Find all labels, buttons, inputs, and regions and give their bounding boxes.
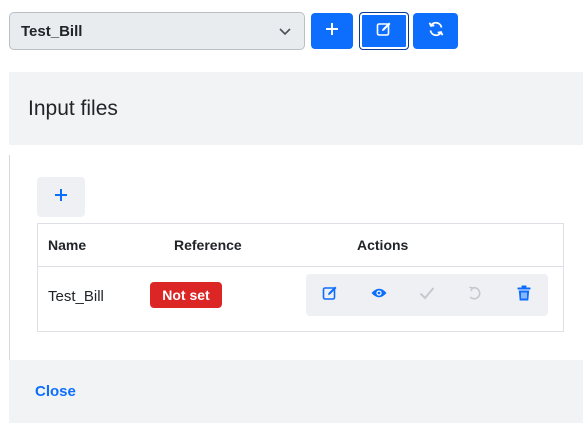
- refresh-button[interactable]: [413, 13, 458, 49]
- column-header-name: Name: [48, 237, 87, 253]
- table-divider: [38, 266, 563, 267]
- undo-icon: [467, 285, 483, 306]
- bill-select[interactable]: Test_Bill: [9, 12, 305, 50]
- file-name: Test_Bill: [48, 288, 104, 305]
- view-file-button[interactable]: [354, 274, 402, 316]
- row-actions: [306, 274, 548, 316]
- edit-icon: [376, 21, 392, 42]
- trash-icon: [517, 285, 531, 306]
- add-file-button[interactable]: [37, 177, 85, 217]
- status-badge: Not set: [150, 282, 222, 308]
- edit-button[interactable]: [359, 12, 409, 50]
- check-icon: [419, 286, 435, 305]
- chevron-down-icon: [278, 24, 292, 38]
- files-table: Name Reference Actions Test_Bill Not set: [37, 223, 564, 332]
- panel-title: Input files: [28, 96, 118, 120]
- panel-header: Input files: [9, 72, 583, 145]
- bill-select-value: Test_Bill: [21, 22, 83, 40]
- undo-file-button[interactable]: [451, 274, 499, 316]
- panel-footer: Close: [9, 360, 583, 423]
- column-header-reference: Reference: [174, 237, 242, 253]
- eye-icon: [371, 286, 387, 304]
- add-button[interactable]: [311, 13, 353, 49]
- confirm-file-button[interactable]: [403, 274, 451, 316]
- close-button[interactable]: Close: [35, 383, 76, 400]
- edit-icon: [322, 285, 338, 306]
- column-header-actions: Actions: [357, 237, 409, 253]
- plus-icon: [325, 22, 339, 41]
- plus-icon: [54, 188, 68, 207]
- refresh-icon: [428, 21, 444, 42]
- edit-file-button[interactable]: [306, 274, 354, 316]
- delete-file-button[interactable]: [500, 274, 548, 316]
